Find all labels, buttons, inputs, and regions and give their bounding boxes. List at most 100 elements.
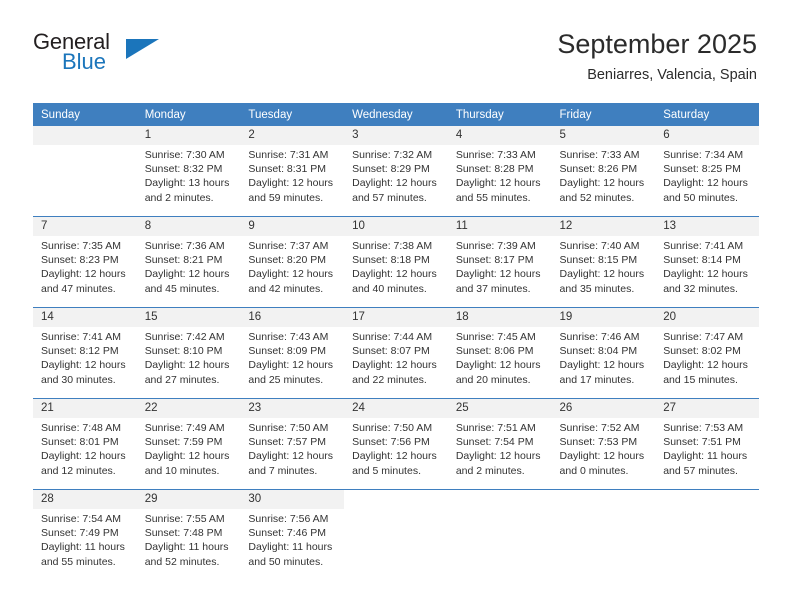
calendar-day-cell[interactable]: 18 Sunrise: 7:45 AM Sunset: 8:06 PM Dayligh…	[447, 307, 552, 399]
calendar-table: Sunday Monday Tuesday Wednesday Thursday Frid…	[33, 103, 759, 580]
day-number: 12	[551, 217, 656, 236]
page-subtitle: Beniarres, Valencia, Spain	[587, 67, 757, 83]
calendar-day-cell[interactable]: 22 Sunrise: 7:49 AM Sunset: 7:59 PM Dayligh…	[136, 398, 241, 490]
calendar-day-cell[interactable]: 1 Sunrise: 7:30 AM Sunset: 8:32 PM Daylight…	[136, 126, 241, 217]
sunset-text: Sunset: 8:09 PM	[248, 345, 327, 358]
sunrise-text: Sunrise: 7:52 AM	[559, 422, 640, 434]
calendar-day-cell[interactable]: 30 Sunrise: 7:56 AM Sunset: 7:46 PM Dayligh…	[240, 489, 345, 580]
day-sun-info: Sunrise: 7:54 AM Sunset: 7:49 PM Daylight:…	[33, 509, 137, 569]
calendar-day-cell[interactable]: 17 Sunrise: 7:44 AM Sunset: 8:07 PM Dayligh…	[344, 307, 448, 399]
calendar-day-cell[interactable]: 3 Sunrise: 7:32 AM Sunset: 8:29 PM Daylight…	[344, 126, 448, 217]
calendar-day-cell[interactable]	[344, 489, 448, 580]
weekday-header-cell: Wednesday	[344, 103, 448, 126]
sunrise-text: Sunrise: 7:48 AM	[41, 422, 121, 434]
daylight-text-line2: and 5 minutes.	[352, 464, 421, 477]
calendar-day-cell[interactable]: 21 Sunrise: 7:48 AM Sunset: 8:01 PM Dayligh…	[33, 398, 137, 490]
calendar-day-cell[interactable]	[551, 489, 656, 580]
sunset-text: Sunset: 8:26 PM	[559, 163, 638, 176]
calendar-day-cell[interactable]: 9 Sunrise: 7:37 AM Sunset: 8:20 PM Daylight…	[240, 216, 345, 308]
day-number: 10	[344, 217, 448, 236]
calendar-day-cell[interactable]: 24 Sunrise: 7:50 AM Sunset: 7:56 PM Dayligh…	[344, 398, 448, 490]
day-sun-info: Sunrise: 7:51 AM Sunset: 7:54 PM Daylight:…	[448, 418, 552, 478]
daylight-text-line1: Daylight: 12 hours	[352, 359, 437, 372]
day-sun-info: Sunrise: 7:43 AM Sunset: 8:09 PM Daylight:…	[240, 327, 344, 387]
calendar-day-cell[interactable]: 13 Sunrise: 7:41 AM Sunset: 8:14 PM Dayligh…	[655, 216, 759, 308]
sunrise-text: Sunrise: 7:41 AM	[41, 331, 121, 343]
calendar-day-cell[interactable]: 7 Sunrise: 7:35 AM Sunset: 8:23 PM Daylight…	[33, 216, 137, 308]
calendar-day-cell[interactable]: 11 Sunrise: 7:39 AM Sunset: 8:17 PM Dayligh…	[447, 216, 552, 308]
daylight-text-line2: and 2 minutes.	[144, 191, 214, 204]
daylight-text-line1: Daylight: 12 hours	[455, 177, 541, 190]
calendar-day-cell[interactable]: 23 Sunrise: 7:50 AM Sunset: 7:57 PM Dayligh…	[240, 398, 345, 490]
calendar-day-cell[interactable]: 5 Sunrise: 7:33 AM Sunset: 8:26 PM Daylight…	[551, 126, 656, 217]
daylight-text-line2: and 50 minutes.	[248, 555, 324, 568]
calendar-day-cell[interactable]: 27 Sunrise: 7:53 AM Sunset: 7:51 PM Dayligh…	[655, 398, 759, 490]
day-number: 20	[655, 308, 759, 327]
calendar-day-cell[interactable]: 15 Sunrise: 7:42 AM Sunset: 8:10 PM Dayligh…	[136, 307, 241, 399]
day-sun-info: Sunrise: 7:38 AM Sunset: 8:18 PM Daylight:…	[344, 236, 448, 296]
sunrise-text: Sunrise: 7:34 AM	[663, 149, 744, 161]
page-title: September 2025	[557, 29, 757, 59]
calendar-day-cell[interactable]: 14 Sunrise: 7:41 AM Sunset: 8:12 PM Dayligh…	[33, 307, 137, 399]
calendar-header-row: Sunday Monday Tuesday Wednesday Thursday Frid…	[33, 103, 759, 126]
day-number	[655, 490, 759, 509]
day-sun-info: Sunrise: 7:46 AM Sunset: 8:04 PM Daylight:…	[552, 327, 656, 387]
calendar-day-cell[interactable]: 12 Sunrise: 7:40 AM Sunset: 8:15 PM Dayligh…	[551, 216, 656, 308]
daylight-text-line1: Daylight: 12 hours	[559, 268, 645, 281]
sunrise-text: Sunrise: 7:31 AM	[248, 149, 329, 161]
calendar-day-cell[interactable]: 4 Sunrise: 7:33 AM Sunset: 8:28 PM Daylight…	[447, 126, 552, 217]
daylight-text-line2: and 22 minutes.	[352, 373, 427, 386]
daylight-text-line1: Daylight: 12 hours	[455, 268, 541, 281]
day-number	[344, 490, 448, 509]
day-sun-info: Sunrise: 7:40 AM Sunset: 8:15 PM Daylight:…	[552, 236, 656, 296]
calendar-day-cell[interactable]: 26 Sunrise: 7:52 AM Sunset: 7:53 PM Dayligh…	[551, 398, 656, 490]
calendar-day-cell[interactable]: 29 Sunrise: 7:55 AM Sunset: 7:48 PM Dayligh…	[136, 489, 241, 580]
sunset-text: Sunset: 8:20 PM	[248, 254, 327, 267]
day-sun-info: Sunrise: 7:32 AM Sunset: 8:29 PM Daylight:…	[344, 145, 448, 205]
daylight-text-line1: Daylight: 12 hours	[663, 177, 748, 190]
calendar-day-cell[interactable]	[447, 489, 552, 580]
day-sun-info: Sunrise: 7:41 AM Sunset: 8:14 PM Daylight:…	[655, 236, 759, 296]
sunset-text: Sunset: 7:46 PM	[248, 527, 327, 540]
day-sun-info: Sunrise: 7:50 AM Sunset: 7:56 PM Daylight:…	[344, 418, 448, 478]
day-number	[447, 490, 552, 509]
day-number: 5	[551, 126, 656, 145]
daylight-text-line2: and 32 minutes.	[663, 282, 738, 295]
daylight-text-line2: and 10 minutes.	[144, 464, 220, 477]
calendar-day-cell[interactable]: 28 Sunrise: 7:54 AM Sunset: 7:49 PM Dayligh…	[33, 489, 137, 580]
daylight-text-line1: Daylight: 12 hours	[248, 177, 334, 190]
calendar-day-cell[interactable]: 20 Sunrise: 7:47 AM Sunset: 8:02 PM Dayligh…	[655, 307, 759, 399]
sunset-text: Sunset: 8:01 PM	[41, 436, 119, 449]
daylight-text-line1: Daylight: 11 hours	[41, 541, 125, 554]
weekday-header-cell: Monday	[136, 103, 241, 126]
day-number: 11	[447, 217, 552, 236]
calendar-day-cell[interactable]: 25 Sunrise: 7:51 AM Sunset: 7:54 PM Dayligh…	[447, 398, 552, 490]
calendar-week-row: 14 Sunrise: 7:41 AM Sunset: 8:12 PM Dayligh…	[33, 307, 759, 399]
calendar-day-cell[interactable]: 16 Sunrise: 7:43 AM Sunset: 8:09 PM Dayligh…	[240, 307, 345, 399]
day-number: 21	[33, 399, 137, 418]
sunrise-text: Sunrise: 7:49 AM	[144, 422, 225, 434]
sunset-text: Sunset: 8:02 PM	[663, 345, 741, 358]
daylight-text-line1: Daylight: 12 hours	[455, 450, 541, 463]
daylight-text-line2: and 55 minutes.	[41, 555, 116, 568]
daylight-text-line2: and 15 minutes.	[663, 373, 738, 386]
daylight-text-line2: and 42 minutes.	[248, 282, 324, 295]
sunset-text: Sunset: 7:53 PM	[559, 436, 638, 449]
calendar-day-cell[interactable]: 10 Sunrise: 7:38 AM Sunset: 8:18 PM Dayligh…	[344, 216, 448, 308]
sunrise-text: Sunrise: 7:53 AM	[663, 422, 744, 434]
daylight-text-line2: and 35 minutes.	[559, 282, 635, 295]
calendar-day-cell[interactable]: 2 Sunrise: 7:31 AM Sunset: 8:31 PM Daylight…	[240, 126, 345, 217]
calendar-day-cell[interactable]: 8 Sunrise: 7:36 AM Sunset: 8:21 PM Daylight…	[136, 216, 241, 308]
calendar-day-cell[interactable]: 19 Sunrise: 7:46 AM Sunset: 8:04 PM Dayligh…	[551, 307, 656, 399]
day-number: 23	[240, 399, 345, 418]
sunset-text: Sunset: 8:12 PM	[41, 345, 119, 358]
calendar-day-cell[interactable]: 6 Sunrise: 7:34 AM Sunset: 8:25 PM Daylight…	[655, 126, 759, 217]
sunrise-text: Sunrise: 7:50 AM	[248, 422, 329, 434]
daylight-text-line2: and 45 minutes.	[144, 282, 220, 295]
sunset-text: Sunset: 7:57 PM	[248, 436, 327, 449]
sunrise-text: Sunrise: 7:45 AM	[455, 331, 536, 343]
calendar-day-cell[interactable]	[655, 489, 759, 580]
calendar-day-cell[interactable]	[33, 126, 137, 217]
daylight-text-line1: Daylight: 12 hours	[559, 177, 645, 190]
sunrise-text: Sunrise: 7:33 AM	[455, 149, 536, 161]
